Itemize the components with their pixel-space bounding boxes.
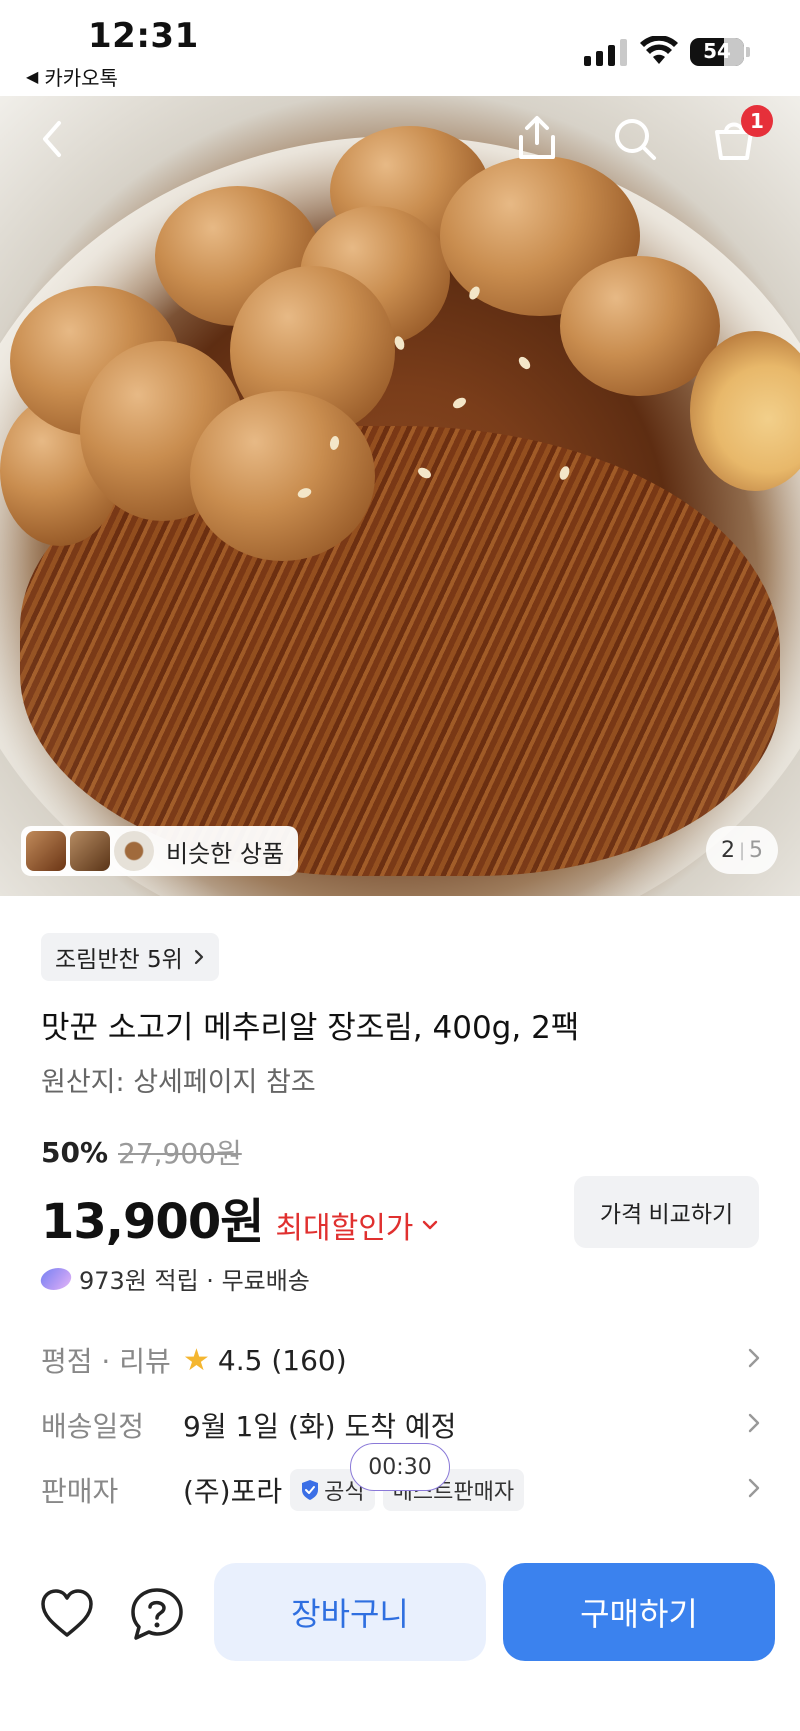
buy-now-button[interactable]: 구매하기 [503, 1563, 775, 1661]
category-rank-chip[interactable]: 조림반찬 5위 [41, 933, 219, 981]
shipping-key: 배송일정 [41, 1410, 145, 1443]
sale-price: 13,900원 [41, 1194, 264, 1250]
original-price: 27,900원 [118, 1137, 242, 1170]
seller-key: 판매자 [41, 1475, 119, 1508]
best-price-toggle[interactable]: 최대할인가 [275, 1203, 439, 1247]
chevron-left-icon [43, 121, 61, 157]
cart-count-badge: 1 [741, 105, 773, 137]
discount-row: 50% 27,900원 [41, 1132, 242, 1172]
bottom-action-bar: 장바구니 구매하기 [0, 1540, 800, 1731]
heart-icon [41, 1589, 93, 1637]
back-app-label: 카카오톡 [44, 66, 118, 90]
battery-icon: 54 [690, 38, 744, 66]
page-current: 2 [720, 837, 735, 863]
chevron-right-icon [748, 1413, 760, 1433]
inquiry-button[interactable] [128, 1585, 186, 1643]
share-icon [519, 116, 555, 159]
chevron-right-icon [194, 949, 203, 965]
price-row: 13,900원 최대할인가 [41, 1182, 439, 1252]
price-compare-button[interactable]: 가격 비교하기 [574, 1176, 759, 1248]
rank-label: 조림반찬 5위 [55, 947, 183, 973]
chevron-right-icon [748, 1478, 760, 1498]
similar-thumb [70, 831, 110, 871]
image-page-indicator: 2 | 5 [706, 826, 778, 874]
seller-name: (주)포라 [183, 1475, 283, 1508]
shipping-value: 9월 1일 (화) 도착 예정 [183, 1410, 457, 1443]
timer-overlay: 00:30 [350, 1443, 450, 1491]
status-bar: 12:31 ◀ 카카오톡 54 [0, 0, 800, 96]
similar-products-label: 비슷한 상품 [166, 839, 285, 868]
discount-percent: 50% [41, 1135, 109, 1169]
best-price-label: 최대할인가 [275, 1211, 414, 1246]
points-shipping-text: 973원 적립 · 무료배송 [79, 1267, 310, 1295]
product-top-nav [0, 96, 800, 186]
page-separator: | [738, 839, 746, 861]
similar-products-chip[interactable]: 비슷한 상품 [21, 826, 299, 876]
star-icon: ★ [183, 1342, 210, 1378]
share-button[interactable] [509, 110, 565, 166]
wishlist-button[interactable] [38, 1585, 96, 1643]
shipping-schedule-row[interactable]: 배송일정 9월 1일 (화) 도착 예정 [41, 1401, 761, 1449]
chevron-right-icon [748, 1348, 760, 1368]
product-image[interactable] [0, 96, 800, 896]
clock: 12:31 [88, 16, 199, 56]
back-to-app-link[interactable]: ◀ 카카오톡 [26, 62, 118, 91]
similar-thumb [26, 831, 66, 871]
similar-thumb [114, 831, 154, 871]
points-shipping-row: 973원 적립 · 무료배송 [38, 1261, 310, 1296]
rating-key: 평점 · 리뷰 [41, 1345, 171, 1378]
back-triangle-icon: ◀ [26, 67, 39, 86]
rating-value: 4.5 (160) [217, 1343, 347, 1377]
add-to-cart-button[interactable]: 장바구니 [214, 1563, 486, 1661]
back-button[interactable] [24, 111, 80, 167]
points-coin-icon [38, 1267, 74, 1290]
product-origin: 원산지: 상세페이지 참조 [41, 1067, 316, 1098]
rating-review-row[interactable]: 평점 · 리뷰 ★ 4.5 (160) [41, 1336, 761, 1384]
wifi-icon [640, 36, 678, 64]
product-title: 맛꾼 소고기 메추리알 장조림, 400g, 2팩 [41, 1010, 580, 1046]
chevron-down-icon [423, 1220, 438, 1230]
search-icon [615, 119, 656, 160]
page-total: 5 [749, 837, 764, 863]
cellular-signal-icon [584, 38, 627, 66]
question-bubble-icon [131, 1588, 183, 1640]
search-button[interactable] [607, 111, 663, 167]
shield-check-icon [302, 1480, 319, 1500]
battery-level: 54 [703, 39, 731, 63]
